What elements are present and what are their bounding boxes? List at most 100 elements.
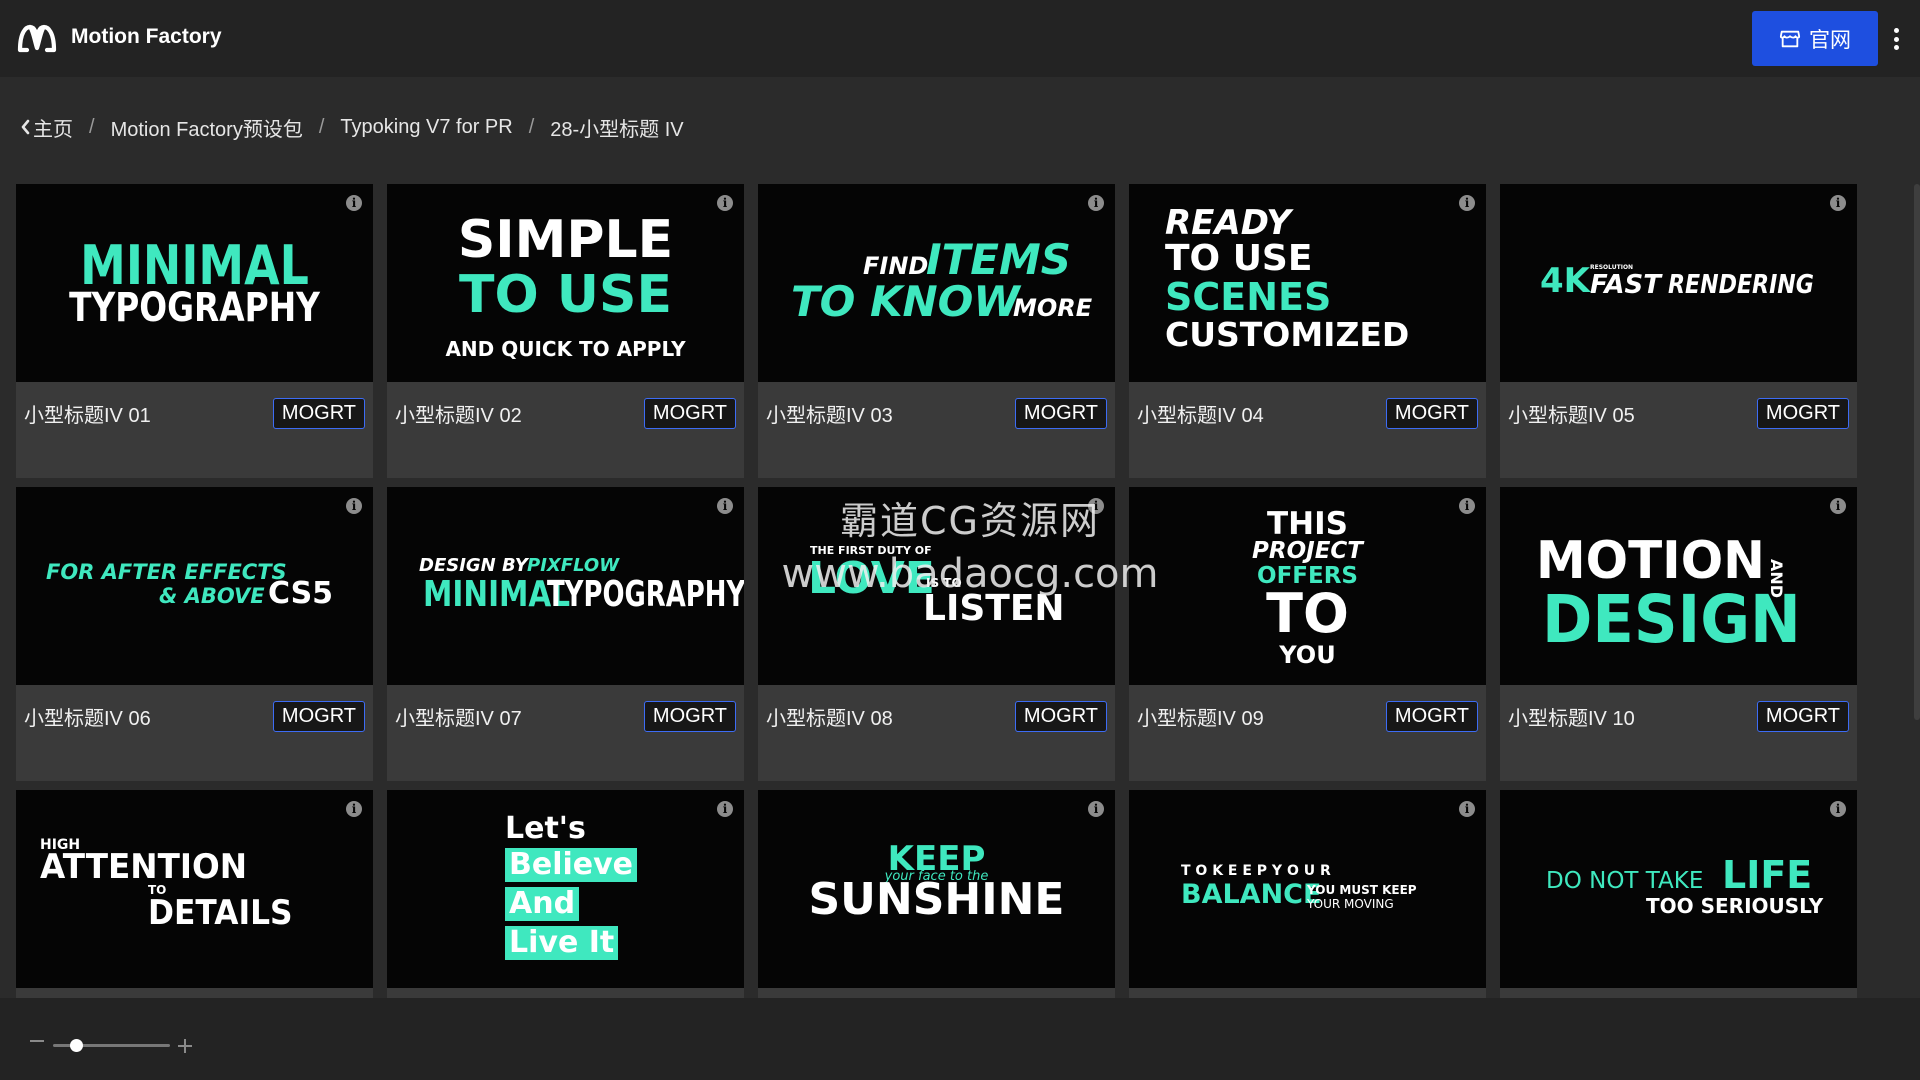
info-icon[interactable]: i	[717, 195, 733, 211]
thumb-text: DO NOT TAKE	[1546, 868, 1704, 894]
template-thumbnail[interactable]: THIS PROJECT OFFERS TO YOU i	[1129, 487, 1486, 685]
template-thumbnail[interactable]: THE FIRST DUTY OF LOVE IS TO LISTEN i	[758, 487, 1115, 685]
mogrt-button[interactable]: MOGRT	[643, 701, 736, 732]
mogrt-button[interactable]: MOGRT	[272, 398, 365, 429]
thumb-text: Believe	[505, 848, 638, 882]
top-bar: Motion Factory 官网	[0, 0, 1920, 77]
template-title: 小型标题IV 04	[1137, 405, 1264, 427]
template-thumbnail[interactable]: FIND ITEMS TO KNOW MORE i	[758, 184, 1115, 382]
thumb-text: TO USE	[1165, 238, 1313, 279]
mogrt-button[interactable]: MOGRT	[1385, 701, 1478, 732]
info-icon[interactable]: i	[346, 498, 362, 514]
mogrt-button[interactable]: MOGRT	[643, 398, 736, 429]
mogrt-button[interactable]: MOGRT	[1014, 398, 1107, 429]
mogrt-button[interactable]: MOGRT	[1385, 398, 1478, 429]
template-thumbnail[interactable]: DO NOT TAKE LIFE TOO SERIOUSLY i	[1500, 790, 1857, 988]
template-card[interactable]: FOR AFTER EFFECTS & ABOVE CS5 i 小型标题IV 0…	[16, 487, 373, 781]
template-card[interactable]: 4K RESOLUTION FAST RENDERING i 小型标题IV 05…	[1500, 184, 1857, 478]
app-title: Motion Factory	[71, 25, 222, 48]
info-icon[interactable]: i	[1088, 195, 1104, 211]
thumb-text: DESIGN BY	[419, 555, 528, 576]
mogrt-button[interactable]: MOGRT	[1014, 701, 1107, 732]
template-thumbnail[interactable]: DESIGN BY PIXFLOW MINIMAL TYPOGRAPHY i	[387, 487, 744, 685]
thumb-text: LOVE	[808, 553, 935, 604]
thumb-text: BALANCE	[1181, 879, 1322, 910]
mogrt-button[interactable]: MOGRT	[1756, 701, 1849, 732]
thumb-text: DETAILS	[148, 893, 293, 933]
thumb-text: RENDERING	[1668, 270, 1814, 300]
zoom-in-icon[interactable]	[178, 1039, 192, 1053]
thumb-text: SUNSHINE	[808, 874, 1065, 925]
thumb-text: 4K	[1540, 261, 1591, 301]
template-card[interactable]: FIND ITEMS TO KNOW MORE i 小型标题IV 03 MOGR…	[758, 184, 1115, 478]
info-icon[interactable]: i	[1088, 498, 1104, 514]
template-thumbnail[interactable]: KEEP your face to the SUNSHINE i	[758, 790, 1115, 988]
template-card[interactable]: THIS PROJECT OFFERS TO YOU i 小型标题IV 09 M…	[1129, 487, 1486, 781]
info-icon[interactable]: i	[717, 498, 733, 514]
thumb-text: DESIGN	[1542, 581, 1801, 658]
template-card[interactable]: Let's Believe And Live It i	[387, 790, 744, 998]
info-icon[interactable]: i	[1830, 195, 1846, 211]
template-grid: MINIMAL TYPOGRAPHY i 小型标题IV 01 MOGRT SIM…	[16, 184, 1861, 998]
template-card[interactable]: MINIMAL TYPOGRAPHY i 小型标题IV 01 MOGRT	[16, 184, 373, 478]
template-title: 小型标题IV 08	[766, 708, 893, 730]
thumb-text: MOTION	[1536, 531, 1765, 591]
thumb-text: PIXFLOW	[527, 555, 620, 576]
thumb-text: MORE	[1013, 294, 1093, 322]
scrollbar[interactable]	[1914, 184, 1920, 720]
template-card[interactable]: DO NOT TAKE LIFE TOO SERIOUSLY i	[1500, 790, 1857, 998]
template-card[interactable]: SIMPLE TO USE AND QUICK TO APPLY i 小型标题I…	[387, 184, 744, 478]
mogrt-button[interactable]: MOGRT	[272, 701, 365, 732]
info-icon[interactable]: i	[1830, 801, 1846, 817]
template-thumbnail[interactable]: READY TO USE SCENES CUSTOMIZED i	[1129, 184, 1486, 382]
thumb-text: YOUR MOVING	[1307, 897, 1394, 911]
template-card[interactable]: KEEP your face to the SUNSHINE i	[758, 790, 1115, 998]
motion-factory-logo-icon[interactable]	[17, 22, 57, 55]
info-icon[interactable]: i	[346, 801, 362, 817]
template-thumbnail[interactable]: MINIMAL TYPOGRAPHY i	[16, 184, 373, 382]
info-icon[interactable]: i	[346, 195, 362, 211]
kebab-menu-icon[interactable]	[1890, 24, 1902, 54]
template-thumbnail[interactable]: SIMPLE TO USE AND QUICK TO APPLY i	[387, 184, 744, 382]
thumb-text: TO KNOW	[791, 277, 1020, 326]
template-thumbnail[interactable]: FOR AFTER EFFECTS & ABOVE CS5 i	[16, 487, 373, 685]
template-thumbnail[interactable]: HIGH ATTENTION TO DETAILS i	[16, 790, 373, 988]
template-card[interactable]: THE FIRST DUTY OF LOVE IS TO LISTEN i 小型…	[758, 487, 1115, 781]
thumb-text: THIS	[1267, 506, 1348, 542]
official-site-button[interactable]: 官网	[1752, 11, 1878, 66]
template-thumbnail[interactable]: T O K E E P Y O U R BALANCE YOU MUST KEE…	[1129, 790, 1486, 988]
template-title: 小型标题IV 01	[24, 405, 151, 427]
thumb-text: PROJECT	[1252, 538, 1363, 564]
thumb-text: FIND	[863, 252, 929, 280]
info-icon[interactable]: i	[1459, 801, 1475, 817]
thumb-text: FOR AFTER EFFECTS	[46, 560, 287, 584]
breadcrumb-preset-pack[interactable]: Motion Factory预设包	[111, 113, 303, 142]
thumb-text: TOO SERIOUSLY	[1646, 894, 1824, 918]
thumb-text: Live It	[505, 926, 619, 960]
template-card[interactable]: HIGH ATTENTION TO DETAILS i	[16, 790, 373, 998]
template-card[interactable]: T O K E E P Y O U R BALANCE YOU MUST KEE…	[1129, 790, 1486, 998]
template-card[interactable]: MOTION AND DESIGN i 小型标题IV 10 MOGRT	[1500, 487, 1857, 781]
breadcrumb-home[interactable]: 主页	[33, 113, 73, 142]
template-title: 小型标题IV 09	[1137, 708, 1264, 730]
template-thumbnail[interactable]: Let's Believe And Live It i	[387, 790, 744, 988]
info-icon[interactable]: i	[1459, 195, 1475, 211]
official-site-label: 官网	[1809, 27, 1851, 52]
thumb-text: YOU	[1279, 641, 1336, 669]
info-icon[interactable]: i	[1830, 498, 1846, 514]
template-title: 小型标题IV 02	[395, 405, 522, 427]
template-thumbnail[interactable]: MOTION AND DESIGN i	[1500, 487, 1857, 685]
chevron-left-icon[interactable]	[20, 119, 30, 135]
thumb-text: SIMPLE	[457, 210, 674, 270]
template-card[interactable]: READY TO USE SCENES CUSTOMIZED i 小型标题IV …	[1129, 184, 1486, 478]
info-icon[interactable]: i	[1459, 498, 1475, 514]
breadcrumb-product[interactable]: Typoking V7 for PR	[340, 116, 512, 139]
info-icon[interactable]: i	[1088, 801, 1104, 817]
storefront-icon	[1779, 30, 1801, 47]
template-thumbnail[interactable]: 4K RESOLUTION FAST RENDERING i	[1500, 184, 1857, 382]
info-icon[interactable]: i	[717, 801, 733, 817]
template-card[interactable]: DESIGN BY PIXFLOW MINIMAL TYPOGRAPHY i 小…	[387, 487, 744, 781]
zoom-out-icon[interactable]	[30, 1040, 44, 1042]
thumb-text: ATTENTION	[40, 847, 248, 887]
mogrt-button[interactable]: MOGRT	[1756, 398, 1849, 429]
